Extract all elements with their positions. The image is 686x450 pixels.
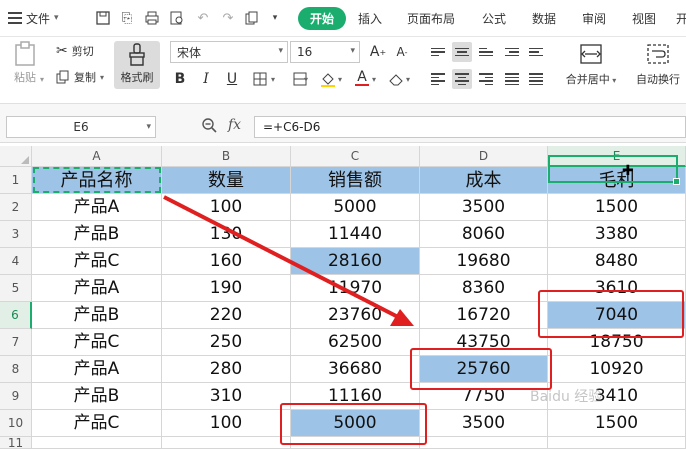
- annotation-arrow: [163, 195, 414, 326]
- highlight-box-e6: [538, 290, 684, 338]
- watermark: Baidu 经验: [530, 389, 603, 405]
- arrow-head: [390, 309, 414, 326]
- highlight-box-c10: [280, 403, 427, 445]
- arrow-line: [163, 195, 401, 320]
- highlight-box-d8: [410, 348, 552, 390]
